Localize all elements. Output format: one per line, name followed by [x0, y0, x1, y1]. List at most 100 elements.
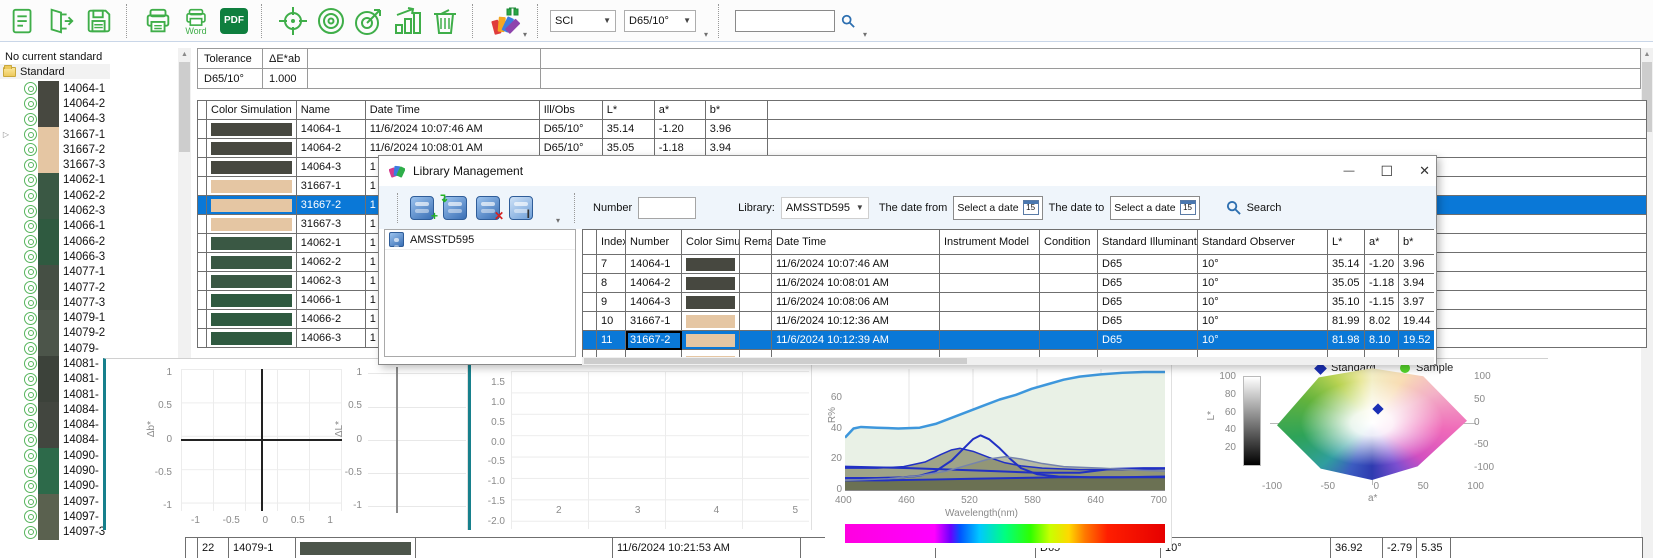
tree-item[interactable]: 14062-1 [0, 173, 105, 188]
col-b[interactable]: b* [1399, 230, 1435, 255]
tree-item[interactable]: 14090- [0, 448, 105, 463]
save-button[interactable] [80, 3, 118, 39]
tree-item[interactable]: 14064-1 [0, 81, 105, 96]
sidebar-scrollbar[interactable]: ▲ [178, 48, 191, 358]
col-name[interactable]: Name [296, 101, 365, 120]
rename-library-icon[interactable]: I [509, 196, 533, 220]
col-ill-obs[interactable]: Ill/Obs [539, 101, 602, 120]
tree-item[interactable]: 14097- [0, 494, 105, 509]
tree-item[interactable]: 14097-3 [0, 525, 105, 540]
col-condition[interactable]: Condition [1040, 230, 1098, 255]
add-library-icon[interactable]: + [410, 196, 434, 220]
tree-item[interactable]: 14077-1 [0, 265, 105, 280]
tree-item[interactable]: 14077-2 [0, 280, 105, 295]
date-to-picker[interactable]: Select a date 15 [1110, 196, 1199, 220]
dialog-horizontal-scrollbar[interactable] [582, 357, 1434, 365]
search-button[interactable]: Search [1247, 202, 1282, 214]
tree-item[interactable]: 14097- [0, 509, 105, 524]
tree-item[interactable]: 14079- [0, 341, 105, 356]
toolbar-overflow-button[interactable]: ▾ [523, 30, 527, 39]
tree-item[interactable]: 14090- [0, 479, 105, 494]
measure-sample-button[interactable] [350, 3, 388, 39]
col-date-time[interactable]: Date Time [772, 230, 940, 255]
tree-item[interactable]: ▷ 31667-1 [0, 127, 105, 142]
library-row[interactable]: 7 14064-1 11/6/2024 10:07:46 AM D65 10° … [583, 255, 1435, 274]
tree-item[interactable]: 14084- [0, 433, 105, 448]
library-row[interactable]: 8 14064-2 11/6/2024 10:08:01 AM D65 10° … [583, 274, 1435, 293]
library-row[interactable]: 9 14064-3 11/6/2024 10:08:06 AM D65 10° … [583, 293, 1435, 312]
library-combobox[interactable]: AMSSTD595 ▼ [781, 197, 869, 219]
library-row[interactable]: 11 31667-2 11/6/2024 10:12:39 AM D65 10°… [583, 331, 1435, 350]
col-l[interactable]: L* [602, 101, 654, 120]
col-a[interactable]: a* [1365, 230, 1399, 255]
tree-item[interactable]: 14066-1 [0, 219, 105, 234]
sidebar-scrollbar-thumb[interactable] [179, 62, 190, 152]
search-icon[interactable] [841, 14, 855, 28]
col-color-simulation[interactable]: Color Simulation [682, 230, 740, 255]
library-list-item[interactable]: AMSSTD595 [385, 230, 575, 250]
dialog-titlebar[interactable]: Library Management — ☐ ✕ [379, 156, 1436, 186]
tree-item[interactable]: 14066-3 [0, 249, 105, 264]
tree-item[interactable]: 14084- [0, 418, 105, 433]
toolbar-overflow-button[interactable]: ▾ [704, 30, 708, 39]
export-button[interactable] [42, 3, 80, 39]
col-b[interactable]: b* [705, 101, 767, 120]
tolerance-value[interactable]: 1.000 [263, 69, 308, 89]
tree-item[interactable]: 14062-3 [0, 203, 105, 218]
measure-standard-button[interactable] [312, 3, 350, 39]
calendar-icon[interactable]: 15 [1180, 200, 1196, 215]
minimize-button[interactable]: — [1344, 165, 1355, 177]
tree-item[interactable]: 31667-2 [0, 142, 105, 157]
standard-folder-node[interactable]: Standard [0, 64, 110, 79]
col-date-time[interactable]: Date Time [365, 101, 539, 120]
tree-item[interactable]: 14081- [0, 356, 105, 371]
col-instrument-model[interactable]: Instrument Model [940, 230, 1040, 255]
color-search-button[interactable] [485, 3, 523, 39]
number-input[interactable] [638, 197, 696, 219]
statistics-button[interactable] [388, 3, 426, 39]
col-l[interactable]: L* [1328, 230, 1365, 255]
col-index[interactable]: Index [597, 230, 626, 255]
tree-item[interactable]: 14062-2 [0, 188, 105, 203]
import-library-icon[interactable]: ↴ [443, 196, 467, 220]
dialog-scrollbar-thumb[interactable] [584, 358, 967, 364]
tree-item[interactable]: 14079-1 [0, 310, 105, 325]
delete-button[interactable] [426, 3, 464, 39]
col-number[interactable]: Number [626, 230, 682, 255]
col-a[interactable]: a* [654, 101, 705, 120]
delete-library-icon[interactable]: ✕ [476, 196, 500, 220]
col-standard-observer[interactable]: Standard Observer [1198, 230, 1328, 255]
tree-item[interactable]: 31667-3 [0, 157, 105, 172]
search-icon[interactable] [1226, 200, 1241, 215]
expander-icon[interactable]: ▷ [0, 130, 12, 139]
illuminant-observer-combobox[interactable]: D65/10° ▼ [624, 10, 696, 32]
search-input[interactable] [735, 10, 835, 32]
scroll-up-icon[interactable]: ▲ [1641, 48, 1653, 61]
col-color-simulation[interactable]: Color Simulation [207, 101, 297, 120]
measure-target-button[interactable] [274, 3, 312, 39]
calendar-icon[interactable]: 15 [1023, 200, 1039, 215]
tree-item[interactable]: 14090- [0, 463, 105, 478]
print-word-button[interactable]: Word [177, 3, 215, 39]
close-button[interactable]: ✕ [1419, 163, 1430, 179]
toolbar-overflow-button[interactable]: ▾ [863, 30, 867, 39]
sci-sce-combobox[interactable]: SCI ▼ [550, 10, 616, 32]
maximize-button[interactable]: ☐ [1381, 163, 1394, 180]
scroll-up-icon[interactable]: ▲ [178, 48, 191, 61]
tree-item[interactable]: 14077-3 [0, 295, 105, 310]
new-document-button[interactable] [4, 3, 42, 39]
library-row[interactable]: 10 31667-1 11/6/2024 10:12:36 AM D65 10°… [583, 312, 1435, 331]
export-pdf-button[interactable]: PDF [215, 3, 253, 39]
library-partial-row[interactable] [583, 350, 1435, 358]
results-row[interactable]: 14064-1 11/6/2024 10:07:46 AM D65/10° 35… [198, 120, 1647, 139]
print-button[interactable] [139, 3, 177, 39]
tree-item[interactable]: 14079-2 [0, 326, 105, 341]
tree-item[interactable]: 14066-2 [0, 234, 105, 249]
tree-item[interactable]: 14081- [0, 387, 105, 402]
tree-item[interactable]: 14064-3 [0, 112, 105, 127]
tree-item[interactable]: 14084- [0, 402, 105, 417]
tree-item[interactable]: 14081- [0, 372, 105, 387]
date-from-picker[interactable]: Select a date 15 [953, 196, 1042, 220]
col-remark[interactable]: Remark [740, 230, 772, 255]
col-standard-illuminant[interactable]: Standard Illuminant [1098, 230, 1198, 255]
